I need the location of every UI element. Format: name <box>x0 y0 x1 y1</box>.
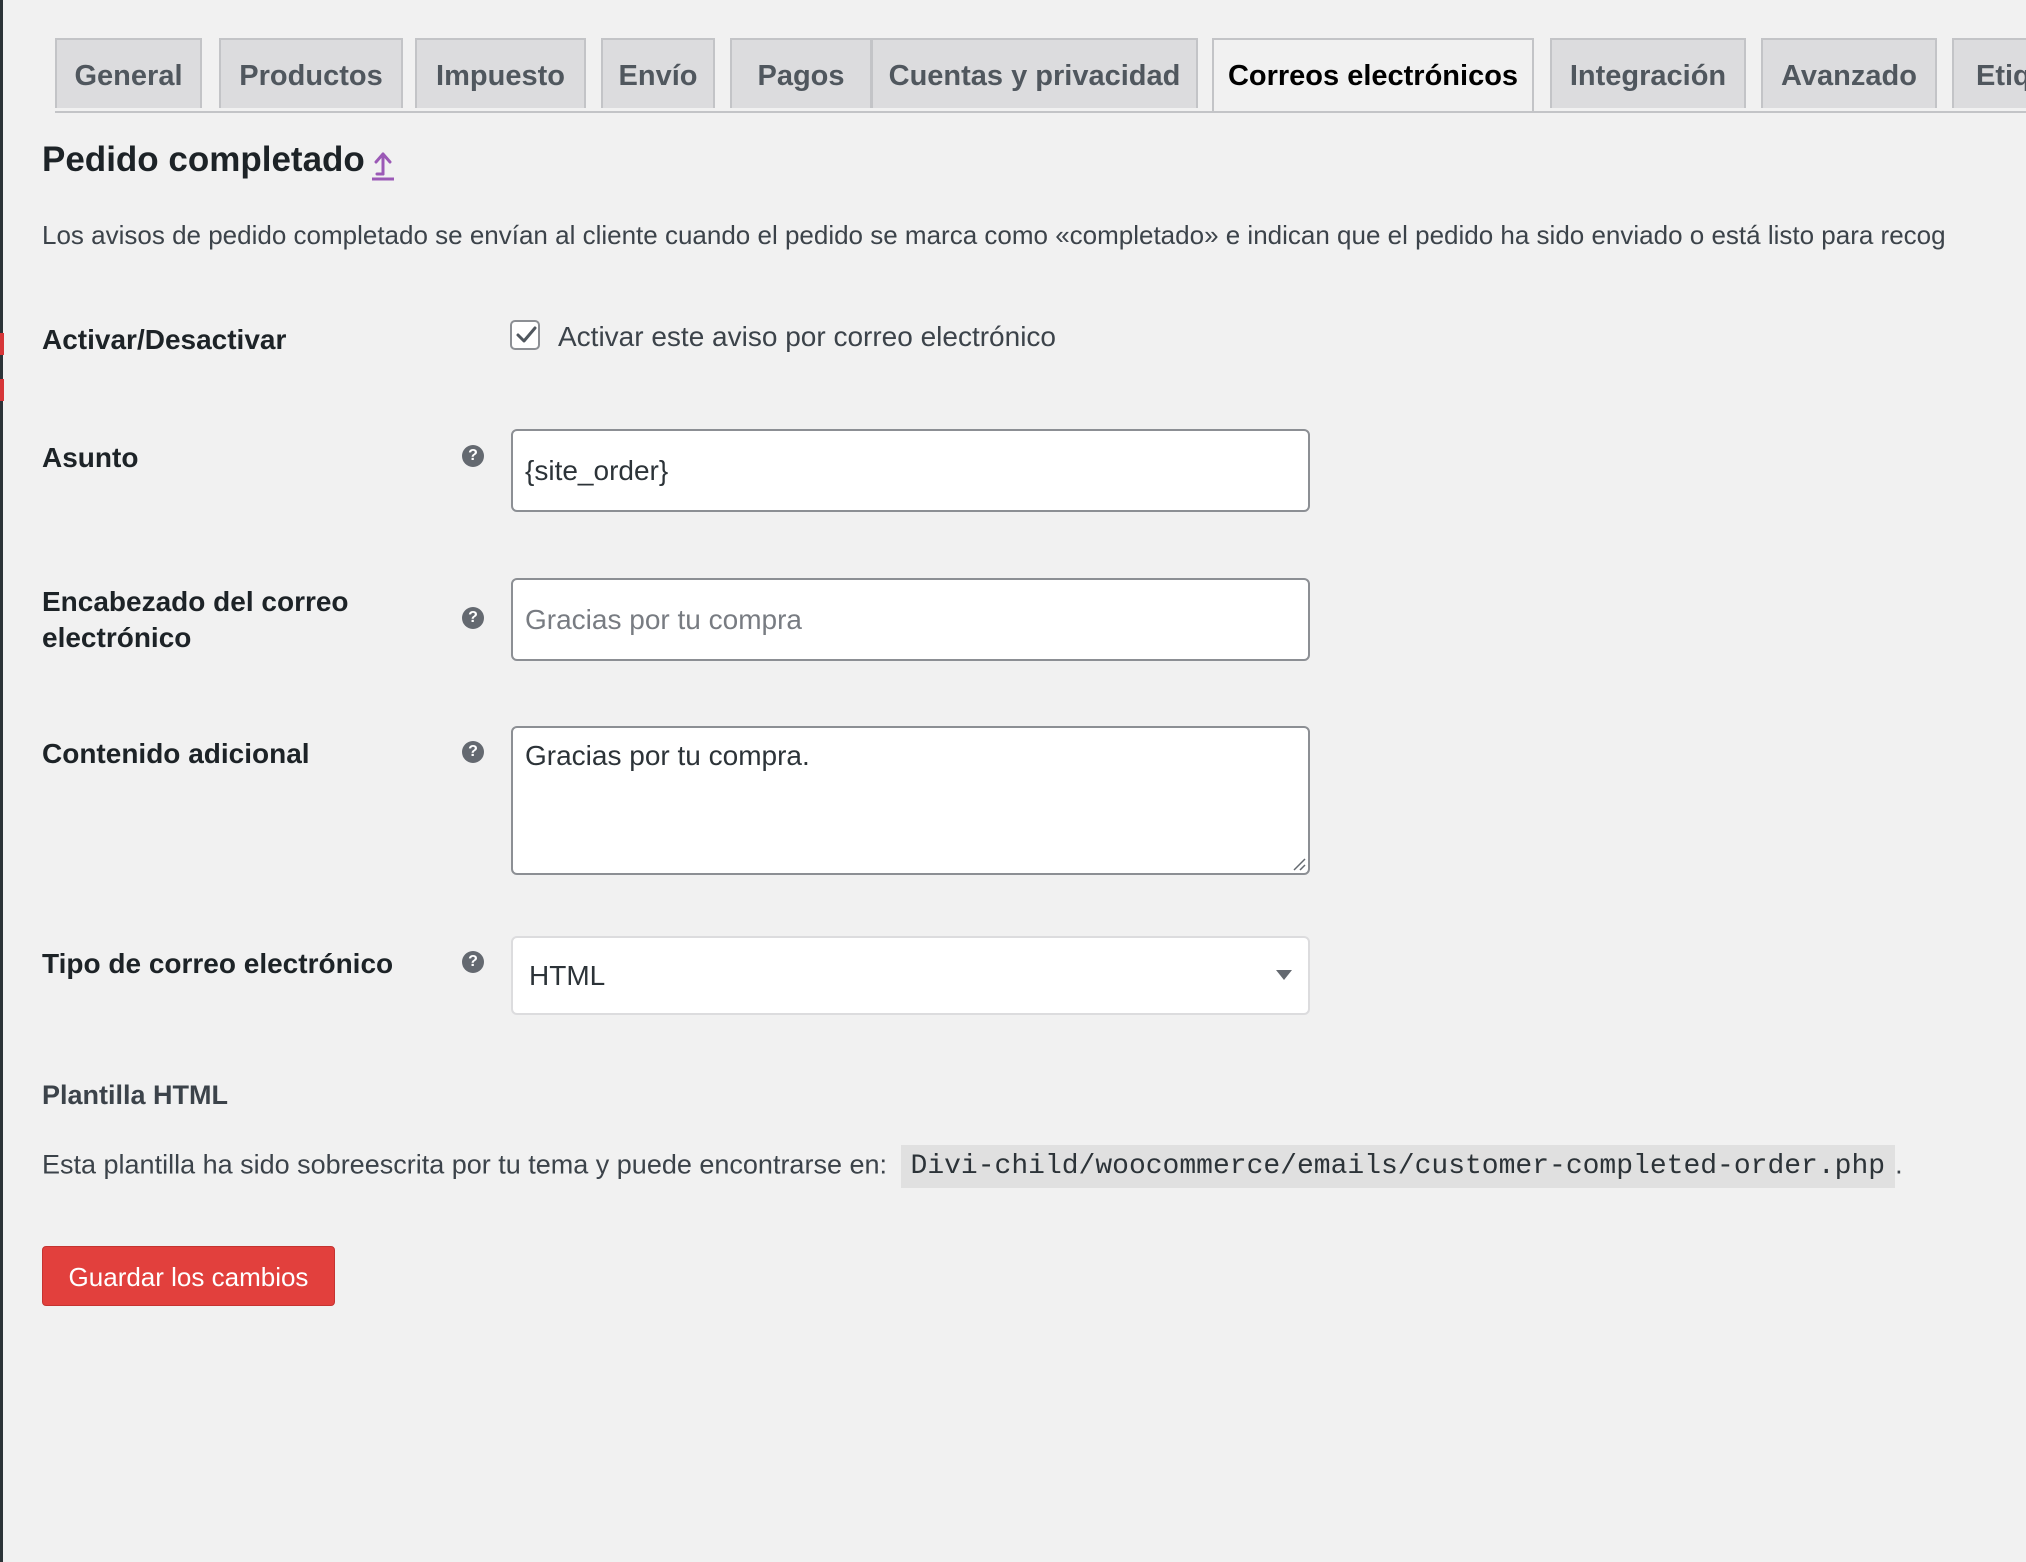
tab-etiquetas[interactable]: Etiq <box>1952 38 2026 108</box>
email-type-select[interactable]: HTML <box>511 936 1310 1015</box>
tab-impuesto[interactable]: Impuesto <box>415 38 586 108</box>
help-icon[interactable]: ? <box>462 951 484 973</box>
template-path: Divi-child/woocommerce/emails/customer-c… <box>900 1145 1896 1188</box>
template-info-text: Esta plantilla ha sido sobreescrita por … <box>42 1149 887 1180</box>
tab-cuentas-y-privacidad[interactable]: Cuentas y privacidad <box>871 38 1198 108</box>
sidebar-indicator <box>0 333 4 355</box>
help-icon[interactable]: ? <box>462 607 484 629</box>
settings-tabs: General Productos Impuesto Envío Pagos C… <box>55 38 2026 113</box>
email-heading-input[interactable] <box>511 578 1310 661</box>
arrow-up-icon[interactable] <box>368 148 398 184</box>
additional-content-textarea[interactable]: Gracias por tu compra. <box>511 726 1310 875</box>
sidebar-indicator <box>0 379 4 401</box>
enable-label: Activar/Desactivar <box>42 324 287 355</box>
email-type-selected-value: HTML <box>529 960 606 991</box>
resize-handle-icon[interactable] <box>1290 855 1306 871</box>
tab-pagos[interactable]: Pagos <box>730 38 872 108</box>
checkmark-icon <box>516 326 537 343</box>
template-info: Esta plantilla ha sido sobreescrita por … <box>42 1145 1903 1188</box>
help-icon[interactable]: ? <box>462 741 484 763</box>
enable-checkbox-label[interactable]: Activar este aviso por correo electrónic… <box>558 320 1056 354</box>
template-info-suffix: . <box>1895 1149 1903 1180</box>
tab-integracion[interactable]: Integración <box>1550 38 1746 108</box>
email-heading-label-line2: electrónico <box>42 622 192 653</box>
email-heading-label-line1: Encabezado del correo <box>42 586 349 617</box>
email-heading-label: Encabezado del correo electrónico <box>42 584 349 656</box>
tab-productos[interactable]: Productos <box>219 38 403 108</box>
page-title: Pedido completado <box>42 140 365 179</box>
tab-avanzado[interactable]: Avanzado <box>1761 38 1937 108</box>
subject-label: Asunto <box>42 442 139 473</box>
email-type-label: Tipo de correo electrónico <box>42 948 394 979</box>
tab-correos-electronicos[interactable]: Correos electrónicos <box>1212 38 1534 111</box>
subject-input[interactable] <box>511 429 1310 512</box>
email-description: Los avisos de pedido completado se envía… <box>42 220 1946 250</box>
enable-checkbox[interactable] <box>510 320 540 350</box>
help-icon[interactable]: ? <box>462 445 484 467</box>
tab-general[interactable]: General <box>55 38 202 108</box>
chevron-down-icon <box>1276 970 1292 980</box>
additional-content-label: Contenido adicional <box>42 738 310 769</box>
save-changes-button[interactable]: Guardar los cambios <box>42 1246 335 1306</box>
admin-sidebar-edge <box>0 0 3 1562</box>
template-heading: Plantilla HTML <box>42 1080 229 1110</box>
tab-envio[interactable]: Envío <box>601 38 715 108</box>
